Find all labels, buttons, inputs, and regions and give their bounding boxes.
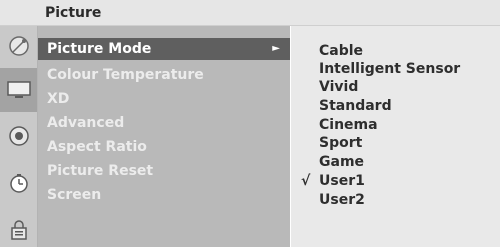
menu-item-aspect-ratio[interactable]: Aspect Ratio bbox=[38, 136, 290, 158]
category-channel[interactable] bbox=[0, 26, 37, 66]
category-audio[interactable] bbox=[0, 116, 37, 156]
option-vivid[interactable]: Vivid bbox=[319, 78, 358, 96]
option-user1[interactable]: User1 bbox=[319, 172, 365, 190]
menu-item-picture-mode[interactable]: Picture Mode ► bbox=[38, 38, 290, 60]
tv-screen-icon bbox=[6, 81, 31, 98]
category-time[interactable] bbox=[0, 161, 37, 205]
option-sport[interactable]: Sport bbox=[319, 134, 362, 152]
category-lock[interactable] bbox=[0, 212, 37, 247]
category-icon-bar bbox=[0, 26, 38, 247]
menu-item-label: Advanced bbox=[47, 115, 125, 131]
menu-item-colour-temperature[interactable]: Colour Temperature bbox=[38, 64, 290, 86]
menu-item-label: Screen bbox=[47, 187, 102, 203]
menu-title: Picture bbox=[45, 5, 102, 21]
option-game[interactable]: Game bbox=[319, 153, 364, 171]
menu-item-label: Colour Temperature bbox=[47, 67, 204, 83]
submenu-arrow-icon: ► bbox=[272, 43, 280, 54]
menu-item-label: Picture Mode bbox=[47, 41, 152, 57]
checkmark-icon: √ bbox=[301, 173, 311, 189]
title-bar: Picture bbox=[0, 0, 500, 26]
menu-item-label: Aspect Ratio bbox=[47, 139, 147, 155]
menu-item-picture-reset[interactable]: Picture Reset bbox=[38, 160, 290, 182]
menu-item-label: XD bbox=[47, 91, 70, 107]
menu-item-screen[interactable]: Screen bbox=[38, 184, 290, 206]
lock-icon bbox=[10, 219, 27, 240]
tv-osd-screen: Picture Picture Mode ► Colour Temperatur… bbox=[0, 0, 500, 247]
option-cable[interactable]: Cable bbox=[319, 42, 363, 60]
clock-icon bbox=[9, 174, 28, 193]
option-standard[interactable]: Standard bbox=[319, 97, 392, 115]
option-user2[interactable]: User2 bbox=[319, 191, 365, 209]
option-intelligent-sensor[interactable]: Intelligent Sensor bbox=[319, 60, 460, 78]
option-cinema[interactable]: Cinema bbox=[319, 116, 378, 134]
menu-item-xd[interactable]: XD bbox=[38, 88, 290, 110]
satellite-dish-icon bbox=[8, 36, 29, 56]
menu-item-label: Picture Reset bbox=[47, 163, 154, 179]
picture-menu-panel: Picture Mode ► Colour Temperature XD Adv… bbox=[38, 26, 290, 247]
speaker-icon bbox=[8, 126, 29, 146]
category-picture[interactable] bbox=[0, 68, 37, 112]
menu-item-advanced[interactable]: Advanced bbox=[38, 112, 290, 134]
picture-mode-submenu: Cable Intelligent Sensor Vivid Standard … bbox=[291, 26, 500, 247]
